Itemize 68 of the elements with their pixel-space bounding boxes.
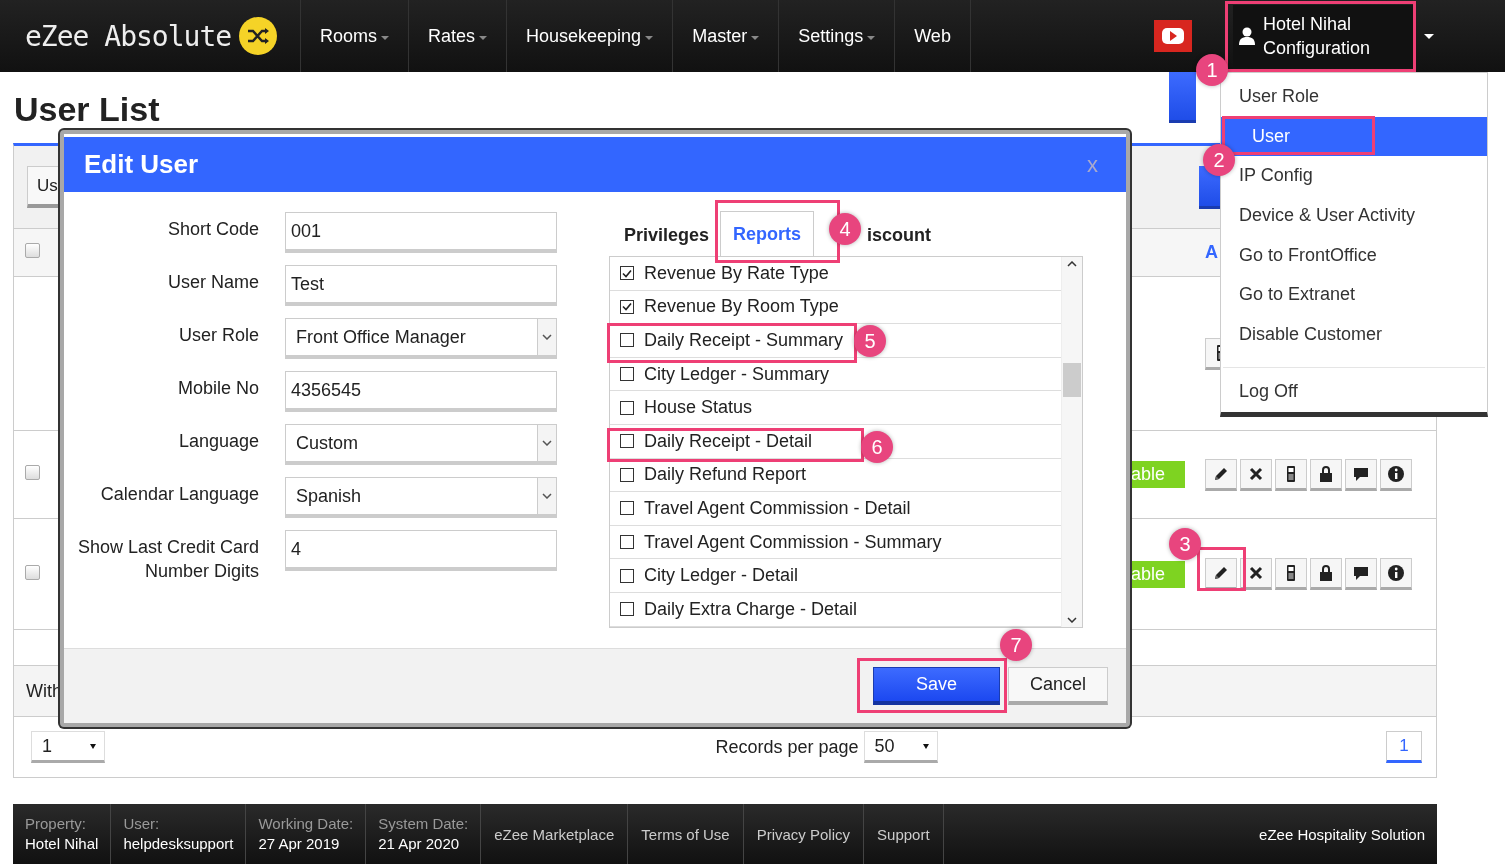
menu-item[interactable]: Disable Customer bbox=[1239, 314, 1383, 355]
footer-brand: eZee Hospitality Solution bbox=[1259, 825, 1426, 843]
app-logo: eZee Absolute bbox=[25, 19, 232, 53]
footer-label: User: bbox=[123, 814, 161, 834]
save-button[interactable]: Save bbox=[873, 667, 1000, 705]
input-field[interactable]: 4 bbox=[285, 530, 557, 571]
report-name: Travel Agent Commission - Detail bbox=[644, 497, 911, 519]
footer-link[interactable]: Terms of Use bbox=[628, 804, 744, 864]
footer-value: 21 Apr 2020 bbox=[378, 834, 461, 854]
menu-item[interactable]: Device & User Activity bbox=[1239, 195, 1416, 236]
footer-value: helpdesksupport bbox=[123, 834, 234, 854]
input-field[interactable]: 4356545 bbox=[285, 371, 557, 412]
select-field[interactable]: Custom bbox=[285, 424, 557, 465]
field-label: Calendar Language bbox=[99, 483, 259, 506]
toolbar-button[interactable]: Us bbox=[27, 166, 60, 208]
report-name: City Ledger - Detail bbox=[644, 565, 799, 587]
page-select[interactable]: 1 bbox=[31, 731, 105, 763]
menu-item[interactable]: Go to Extranet bbox=[1239, 274, 1356, 315]
field-label: User Name bbox=[166, 271, 259, 294]
status-label: able bbox=[1130, 461, 1185, 488]
nav-menu-item[interactable]: Master bbox=[672, 0, 779, 72]
page-title: User List bbox=[14, 90, 160, 129]
report-name: Revenue By Rate Type bbox=[644, 262, 829, 284]
cancel-button[interactable]: Cancel bbox=[1008, 667, 1108, 705]
status-label: able bbox=[1130, 560, 1185, 588]
footer-value: 27 Apr 2019 bbox=[258, 834, 341, 854]
footer-link[interactable]: eZee Marketplace bbox=[481, 804, 629, 864]
report-name: Daily Receipt - Detail bbox=[644, 430, 813, 452]
field-label: Language bbox=[177, 430, 259, 453]
footer-link[interactable]: Privacy Policy bbox=[743, 804, 865, 864]
step-badge: 3 bbox=[1169, 528, 1201, 560]
nav-menu-item[interactable]: Housekeeping bbox=[506, 0, 673, 72]
field-label: Short Code bbox=[166, 218, 259, 241]
dialog-title: Edit User bbox=[84, 149, 199, 180]
field-label: User Role bbox=[177, 324, 259, 347]
menu-item[interactable]: Go to FrontOffice bbox=[1239, 235, 1377, 275]
field-label: Mobile No bbox=[176, 377, 259, 400]
footer-value: Hotel Nihal bbox=[25, 834, 99, 854]
select-field[interactable]: Front Office Manager bbox=[285, 318, 557, 359]
footer-label: Working Date: bbox=[258, 814, 354, 834]
nav-menu-item[interactable]: Web bbox=[894, 0, 970, 72]
records-label: Records per page bbox=[715, 736, 859, 758]
report-name: Revenue By Room Type bbox=[644, 296, 839, 318]
tab[interactable]: Reports bbox=[720, 211, 815, 257]
field-label: Show Last Credit Card Number Digits bbox=[76, 536, 259, 583]
column-header: A bbox=[1205, 242, 1218, 262]
menu-item[interactable]: Log Off bbox=[1239, 372, 1298, 412]
report-name: City Ledger - Summary bbox=[644, 363, 830, 385]
footer-label: System Date: bbox=[378, 814, 469, 834]
report-name: House Status bbox=[644, 397, 753, 419]
report-name: Daily Extra Charge - Detail bbox=[644, 598, 858, 620]
input-field[interactable]: 001 bbox=[285, 212, 557, 253]
nav-menu-item[interactable]: Rooms bbox=[300, 0, 408, 72]
footer-label: Property: bbox=[25, 814, 87, 834]
page-button[interactable]: 1 bbox=[1386, 731, 1422, 763]
footer-link[interactable]: Support bbox=[864, 804, 944, 864]
report-name: Travel Agent Commission - Summary bbox=[644, 531, 942, 553]
nav-menu-item[interactable]: Rates bbox=[408, 0, 507, 72]
input-field[interactable]: Test bbox=[285, 265, 557, 306]
menu-item[interactable]: IP Config bbox=[1239, 156, 1313, 196]
menu-item[interactable]: User Role bbox=[1239, 77, 1320, 117]
records-select[interactable]: 50 bbox=[863, 731, 938, 763]
select-field[interactable]: Spanish bbox=[285, 477, 557, 518]
report-name: Daily Refund Report bbox=[644, 464, 807, 486]
tab[interactable]: Privileges bbox=[609, 214, 717, 256]
nav-menu-item[interactable]: Settings bbox=[778, 0, 895, 72]
tab[interactable]: iscount bbox=[862, 214, 937, 256]
report-name: Daily Receipt - Summary bbox=[644, 330, 844, 351]
